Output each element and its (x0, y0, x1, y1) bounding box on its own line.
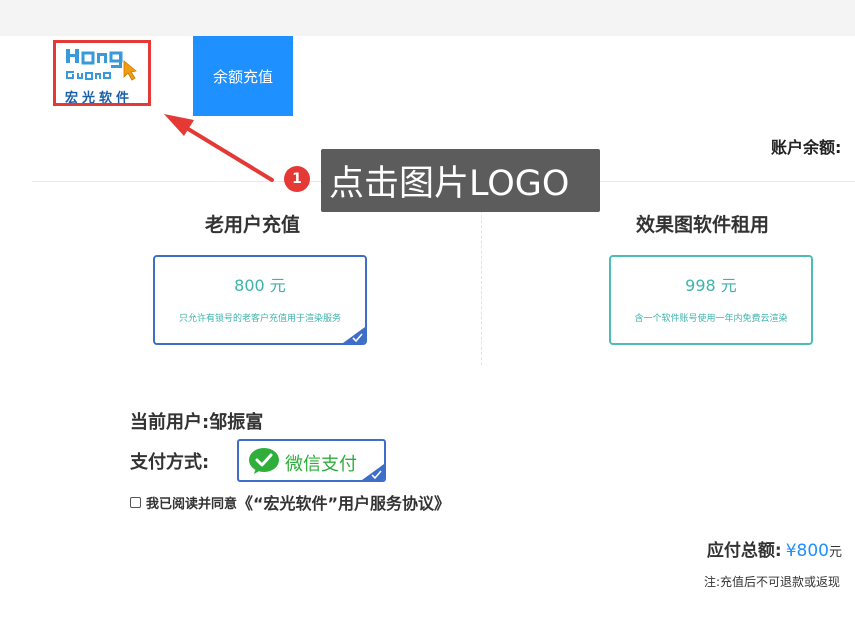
selected-check-icon (343, 327, 365, 343)
agreement-row: 我已阅读并同意 《“宏光软件”用户服务协议》 (130, 490, 450, 514)
plan-price: 800 元 (234, 276, 286, 295)
total-unit: 元 (828, 545, 842, 560)
plan-price: 998 元 (685, 276, 737, 295)
total-label: 应付总额: (706, 541, 782, 561)
payment-method-label: 支付方式: (130, 452, 210, 473)
total-amount: ¥800 (785, 541, 829, 561)
refund-note: 注:充值后不可退款或返现 (703, 575, 840, 589)
selected-check-icon (362, 464, 384, 480)
plan-description: 只允许有锁号的老客户充值用于渲染服务 (178, 314, 341, 324)
plan-title-old-user: 老用户充值 (205, 214, 301, 236)
logo-cn-text: 宏光软件 (65, 91, 134, 106)
wechat-pay-label: 微信支付 (285, 454, 357, 475)
top-bar (0, 0, 855, 36)
plan-description: 含一个软件账号使用一年内免费云渲染 (634, 314, 788, 324)
wechat-pay-icon (249, 448, 279, 474)
step-badge: 1 (284, 166, 310, 192)
plan-card-old-user[interactable]: 800 元 只允许有锁号的老客户充值用于渲染服务 (153, 255, 367, 345)
agreement-checkbox[interactable] (130, 496, 141, 508)
wechat-pay-option[interactable]: 微信支付 (237, 439, 386, 482)
current-user-row: 当前用户:邹振富 (130, 408, 263, 434)
column-divider (481, 195, 482, 365)
current-user-label: 当前用户: (130, 412, 210, 433)
account-balance-label: 账户余额: (771, 138, 842, 157)
agreement-link[interactable]: 《“宏光软件”用户服务协议》 (237, 490, 450, 514)
agreement-text: 我已阅读并同意 (146, 496, 238, 512)
annotation-callout: 点击图片LOGO (321, 149, 600, 212)
company-logo[interactable]: 宏光软件 (53, 40, 151, 106)
plan-card-software-rental[interactable]: 998 元 含一个软件账号使用一年内免费云渲染 (609, 255, 813, 345)
current-user-name: 邹振富 (209, 412, 264, 433)
logo-wordmark-icon (66, 49, 137, 81)
plan-title-software-rental: 效果图软件租用 (636, 214, 770, 236)
total-amount-row: 应付总额: ¥800 元 (707, 536, 842, 561)
